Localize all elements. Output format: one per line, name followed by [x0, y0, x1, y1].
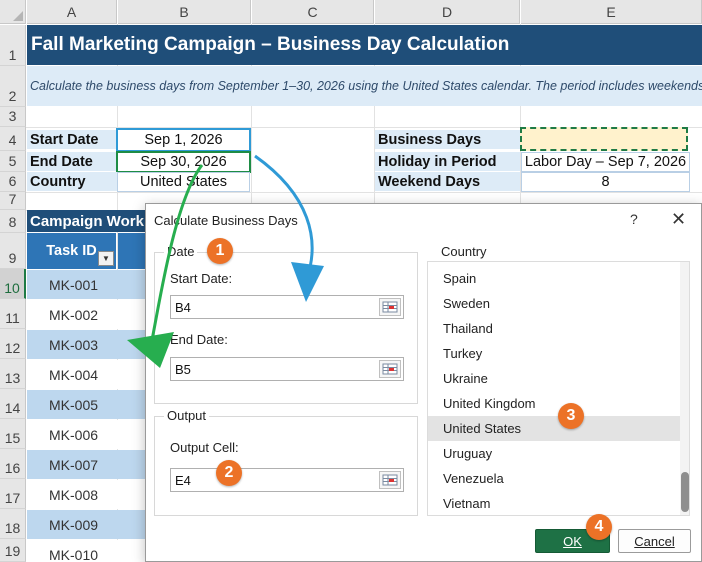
row-header-14[interactable]: 14 [0, 389, 26, 419]
filter-dropdown-icon[interactable]: ▼ [98, 251, 114, 266]
holiday-cell[interactable]: Labor Day – Sep 7, 2026 [521, 152, 690, 172]
table-row[interactable]: MK-007 [27, 450, 145, 479]
list-item[interactable]: Turkey [428, 341, 680, 366]
table-row[interactable]: MK-005 [27, 390, 145, 419]
sheet-title[interactable]: Fall Marketing Campaign – Business Day C… [27, 25, 702, 65]
row-header-3[interactable]: 3 [0, 107, 26, 127]
column-header-e[interactable]: E [521, 0, 702, 24]
select-all-corner[interactable] [0, 0, 26, 24]
gridline [26, 192, 702, 193]
row-header-12[interactable]: 12 [0, 329, 26, 359]
table-row[interactable]: MK-002 [27, 300, 145, 329]
list-item[interactable]: Thailand [428, 316, 680, 341]
list-item[interactable]: United Kingdom [428, 391, 680, 416]
row-header-4[interactable]: 4 [0, 127, 26, 151]
list-item[interactable]: Sweden [428, 291, 680, 316]
range-select-icon[interactable] [379, 360, 401, 378]
table-row[interactable]: MK-009 [27, 510, 145, 539]
start-date-field-label: Start Date: [170, 271, 233, 286]
column-header-b[interactable]: B [118, 0, 251, 24]
business-days-label[interactable]: Business Days [375, 130, 520, 150]
row-header-6[interactable]: 6 [0, 172, 26, 192]
country-label[interactable]: Country [27, 172, 117, 192]
table-row[interactable]: MK-004 [27, 360, 145, 389]
row-header-7[interactable]: 7 [0, 191, 26, 210]
row-header-11[interactable]: 11 [0, 299, 26, 329]
step-badge-1: 1 [207, 238, 233, 264]
table-row[interactable]: MK-001 [27, 270, 145, 299]
list-item[interactable]: Ukraine [428, 366, 680, 391]
list-item[interactable]: Venezuela [428, 466, 680, 491]
campaign-section-header[interactable]: Campaign Work [27, 210, 147, 232]
table-row[interactable]: MK-008 [27, 480, 145, 509]
output-cell-field-label: Output Cell: [170, 440, 239, 455]
date-group-legend: Date [164, 244, 198, 259]
end-date-field-label: End Date: [170, 332, 228, 347]
row-header-16[interactable]: 16 [0, 449, 26, 479]
list-item[interactable]: Spain [428, 266, 680, 291]
output-group [154, 416, 418, 516]
country-group-label: Country [441, 244, 487, 259]
list-item[interactable]: Uruguay [428, 441, 680, 466]
country-cell[interactable]: United States [117, 172, 250, 192]
step-badge-2: 2 [216, 460, 242, 486]
dialog-title: Calculate Business Days [154, 213, 298, 228]
start-date-input[interactable]: B4 [170, 295, 404, 319]
table-header-cell[interactable] [118, 233, 146, 269]
list-item-selected[interactable]: United States [428, 416, 680, 441]
start-date-cell[interactable]: Sep 1, 2026 [116, 128, 251, 152]
weekend-days-label[interactable]: Weekend Days [375, 172, 520, 192]
output-group-legend: Output [164, 408, 210, 423]
row-header-8[interactable]: 8 [0, 210, 26, 233]
row-header-19[interactable]: 19 [0, 539, 26, 562]
column-header-c[interactable]: C [252, 0, 374, 24]
row-header-15[interactable]: 15 [0, 419, 26, 449]
holiday-label[interactable]: Holiday in Period [375, 152, 520, 172]
end-date-label[interactable]: End Date [27, 152, 117, 172]
column-header-d[interactable]: D [375, 0, 520, 24]
list-scrollbar-thumb[interactable] [681, 472, 689, 512]
close-icon[interactable]: ✕ [671, 209, 686, 230]
list-item[interactable]: Vietnam [428, 491, 680, 515]
cancel-button[interactable]: Cancel [618, 529, 691, 553]
row-header-10[interactable]: 10 [0, 269, 26, 299]
table-row[interactable]: MK-006 [27, 420, 145, 449]
end-date-input[interactable]: B5 [170, 357, 404, 381]
help-icon[interactable]: ? [630, 211, 638, 227]
country-list[interactable]: Spain Sweden Thailand Turkey Ukraine Uni… [427, 261, 690, 516]
row-header-5[interactable]: 5 [0, 151, 26, 172]
end-date-cell[interactable]: Sep 30, 2026 [116, 151, 251, 173]
sheet-description[interactable]: Calculate the business days from Septemb… [27, 66, 702, 106]
output-cell-input[interactable]: E4 [170, 468, 404, 492]
row-header-1[interactable]: 1 [0, 25, 26, 66]
row-header-13[interactable]: 13 [0, 359, 26, 389]
row-header-18[interactable]: 18 [0, 509, 26, 539]
row-header-9[interactable]: 9 [0, 233, 26, 269]
cancel-button-label: Cancel [634, 533, 675, 549]
step-badge-4: 4 [586, 514, 612, 540]
column-header-a[interactable]: A [27, 0, 117, 24]
step-badge-3: 3 [558, 403, 584, 429]
weekend-days-cell[interactable]: 8 [521, 172, 690, 192]
row-header-2[interactable]: 2 [0, 66, 26, 107]
start-date-label[interactable]: Start Date [27, 130, 117, 150]
table-row[interactable]: MK-003 [27, 330, 145, 359]
range-select-icon[interactable] [379, 471, 401, 489]
range-select-icon[interactable] [379, 298, 401, 316]
corner-triangle-icon [13, 11, 23, 21]
row-header-17[interactable]: 17 [0, 479, 26, 509]
table-row[interactable]: MK-010 [27, 540, 145, 562]
business-days-cell[interactable] [520, 127, 688, 151]
